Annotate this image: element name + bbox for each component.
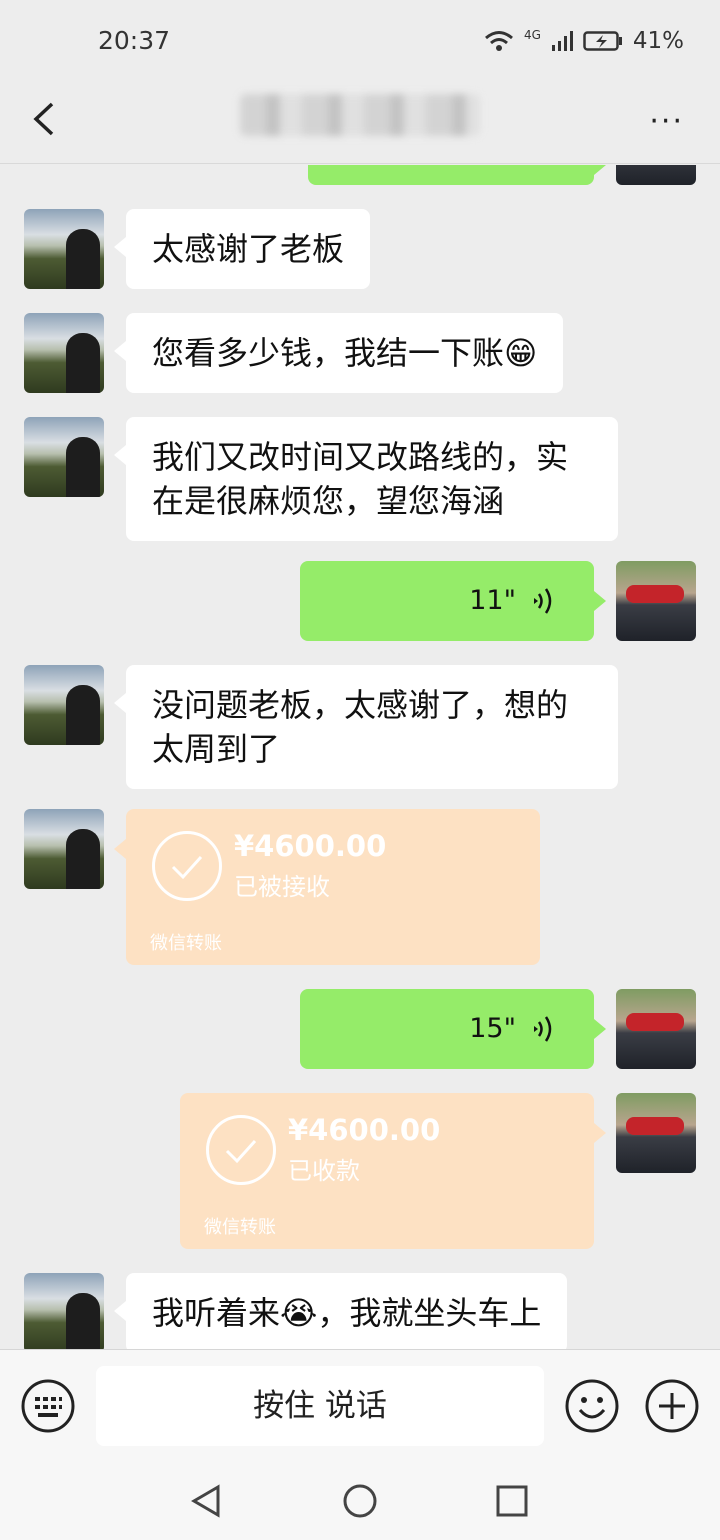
transfer-amount: ¥4600.00 <box>234 829 387 863</box>
system-nav-bar <box>0 1461 720 1540</box>
voice-duration: 15" <box>469 1013 516 1044</box>
transfer-brand: 微信转账 <box>204 1217 276 1238</box>
voice-message[interactable]: 15" <box>300 989 606 1069</box>
plus-icon[interactable] <box>644 1378 700 1434</box>
avatar-contact[interactable] <box>24 809 104 889</box>
input-bar: 按住 说话 <box>0 1349 720 1461</box>
hold-to-talk-button[interactable]: 按住 说话 <box>96 1366 544 1446</box>
message-bubble[interactable]: 您看多少钱，我结一下账😁 <box>113 313 564 393</box>
avatar-self[interactable] <box>616 1093 696 1173</box>
avatar-contact[interactable] <box>24 313 104 393</box>
status-icons: 4G 41% <box>484 28 684 54</box>
keyboard-icon[interactable] <box>20 1378 76 1434</box>
message-bubble-partial <box>308 165 606 185</box>
more-options-button[interactable]: ··· <box>649 104 684 139</box>
nav-home-icon[interactable] <box>340 1481 380 1521</box>
clock: 20:37 <box>98 26 171 55</box>
voice-wave-icon <box>534 588 552 614</box>
avatar-contact[interactable] <box>24 1273 104 1349</box>
chat-title-redacted <box>240 94 480 136</box>
voice-message[interactable]: 11" <box>300 561 606 641</box>
voice-duration: 11" <box>469 585 516 616</box>
back-chevron-icon[interactable] <box>26 94 66 144</box>
transfer-card[interactable]: ¥4600.00 已被接收 微信转账 <box>114 809 540 965</box>
transfer-status: 已收款 <box>288 1157 360 1185</box>
avatar-contact[interactable] <box>24 209 104 289</box>
message-bubble[interactable]: 我们又改时间又改路线的，实在是很麻烦您，望您海涵 <box>114 417 618 541</box>
message-list[interactable]: 太感谢了老板 您看多少钱，我结一下账😁 我们又改时间又改路线的，实在是很麻烦您，… <box>0 165 720 1349</box>
emoji-icon[interactable] <box>564 1378 620 1434</box>
avatar-self[interactable] <box>616 165 696 185</box>
message-bubble[interactable]: 太感谢了老板 <box>113 209 371 289</box>
signal-icon <box>551 31 573 51</box>
avatar-self[interactable] <box>616 561 696 641</box>
transfer-amount: ¥4600.00 <box>288 1113 441 1147</box>
avatar-contact[interactable] <box>24 665 104 745</box>
voice-wave-icon <box>534 1016 552 1042</box>
transfer-status: 已被接收 <box>234 873 330 901</box>
message-bubble[interactable]: 没问题老板，太感谢了，想的太周到了 <box>114 665 618 789</box>
check-circle-icon <box>152 831 222 901</box>
avatar-contact[interactable] <box>24 417 104 497</box>
battery-level: 41% <box>632 28 684 54</box>
transfer-brand: 微信转账 <box>150 933 222 954</box>
nav-back-icon[interactable] <box>186 1481 226 1521</box>
wifi-icon <box>484 31 513 51</box>
transfer-card[interactable]: ¥4600.00 已收款 微信转账 <box>180 1093 606 1249</box>
message-bubble[interactable]: 我听着来😭，我就坐头车上 <box>113 1273 568 1349</box>
battery-charging-icon <box>583 31 622 51</box>
network-type: 4G <box>523 28 541 42</box>
chat-header: ··· <box>0 84 720 164</box>
status-bar: 20:37 4G 41% <box>0 0 720 84</box>
avatar-self[interactable] <box>616 989 696 1069</box>
check-circle-icon <box>206 1115 276 1185</box>
nav-recents-icon[interactable] <box>492 1481 532 1521</box>
